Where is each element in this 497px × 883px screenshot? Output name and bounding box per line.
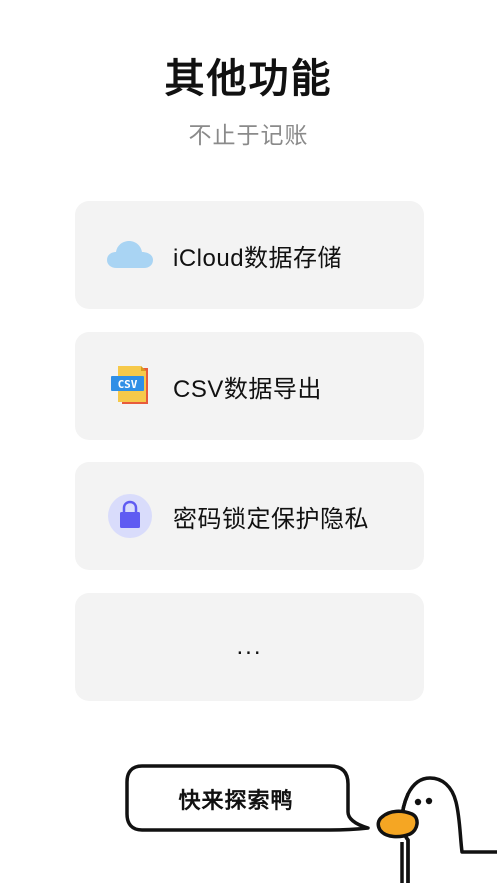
feature-label: 密码锁定保护隐私: [173, 505, 369, 533]
page-title: 其他功能: [164, 57, 333, 101]
cloud-icon: [107, 232, 153, 278]
feature-card-csv-export[interactable]: CSV CSV数据导出: [75, 332, 424, 440]
feature-card-more[interactable]: ...: [75, 593, 424, 701]
page-subtitle: 不止于记账: [188, 122, 309, 148]
more-ellipsis: ...: [236, 633, 263, 660]
feature-label: CSV数据导出: [173, 375, 322, 403]
csv-file-icon: CSV: [107, 363, 153, 409]
feature-label: iCloud数据存储: [173, 244, 343, 272]
feature-card-icloud[interactable]: iCloud数据存储: [75, 201, 424, 309]
speech-bubble-text: 快来探索鸭: [178, 788, 294, 813]
lock-icon: [107, 493, 153, 539]
duck-mascot-icon: [376, 776, 497, 883]
csv-icon-text: CSV: [118, 378, 138, 391]
feature-card-password-lock[interactable]: 密码锁定保护隐私: [75, 462, 424, 570]
